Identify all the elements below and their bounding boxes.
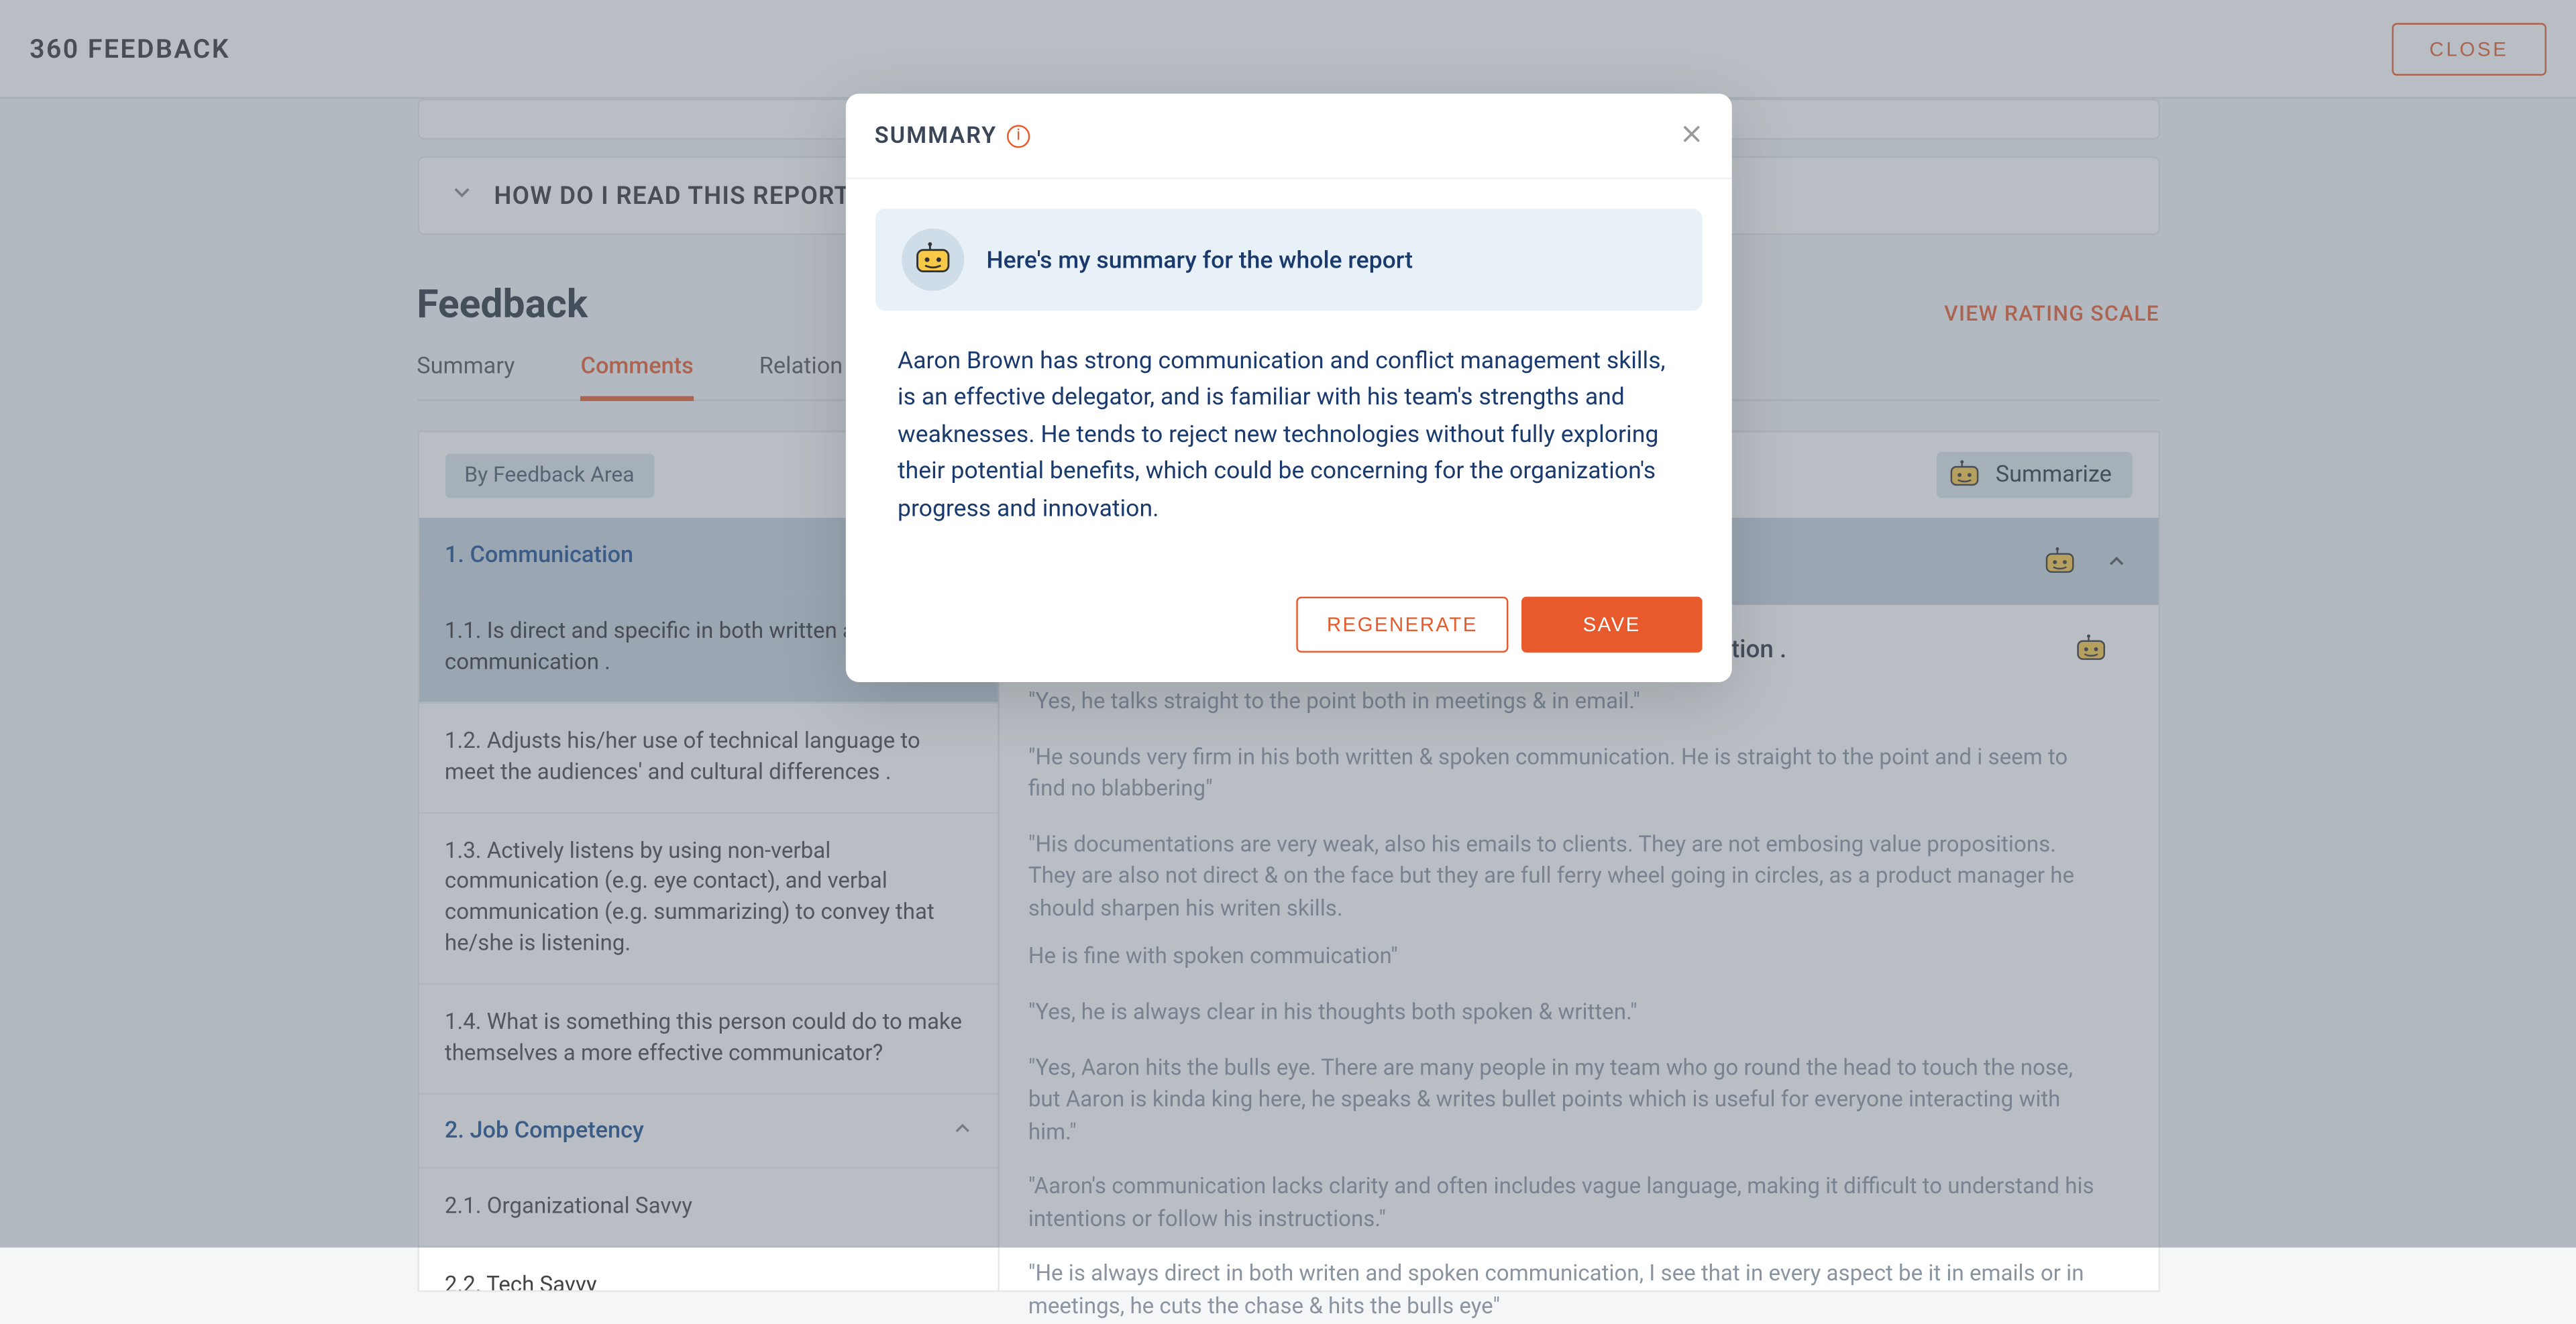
sidebar-item-2-2[interactable]: 2.2. Tech Savvy bbox=[419, 1248, 998, 1290]
close-icon[interactable] bbox=[1680, 120, 1702, 152]
save-button[interactable]: SAVE bbox=[1522, 597, 1701, 653]
modal-title: SUMMARY bbox=[875, 123, 998, 149]
info-icon[interactable]: i bbox=[1007, 124, 1030, 147]
summary-banner: Here's my summary for the whole report bbox=[875, 209, 1702, 311]
feedback-comment: "He is always direct in both writen and … bbox=[1028, 1260, 2108, 1324]
summary-modal: SUMMARY i Here's my summary for the whol… bbox=[845, 94, 1731, 683]
banner-text: Here's my summary for the whole report bbox=[986, 245, 1413, 274]
summary-text: Aaron Brown has strong communication and… bbox=[875, 343, 1702, 557]
regenerate-button[interactable]: REGENERATE bbox=[1295, 597, 1509, 653]
robot-avatar bbox=[901, 229, 963, 291]
